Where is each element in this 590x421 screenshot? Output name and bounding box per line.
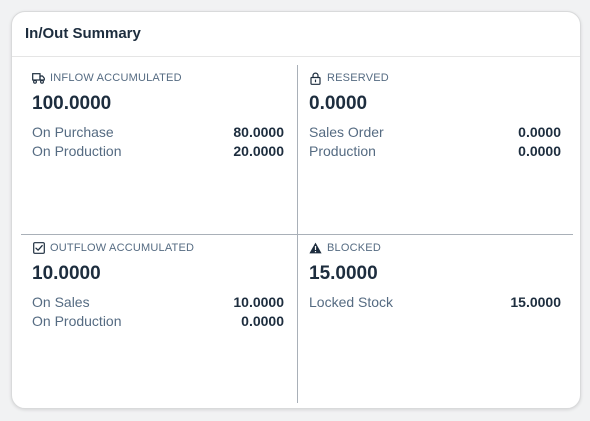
reserved-section: RESERVED 0.0000 Sales Order 0.0000 Produ… [309, 70, 561, 160]
lock-icon [309, 72, 322, 85]
reserved-total: 0.0000 [309, 93, 368, 114]
horizontal-divider [21, 234, 573, 235]
inflow-row-purchase: On Purchase 80.0000 [32, 122, 284, 141]
inflow-rows: On Purchase 80.0000 On Production 20.000… [32, 122, 284, 160]
reserved-row-sales-order: Sales Order 0.0000 [309, 122, 561, 141]
checkbox-icon [32, 242, 45, 255]
inflow-total: 100.0000 [32, 93, 112, 114]
reserved-row-production: Production 0.0000 [309, 141, 561, 160]
blocked-rows: Locked Stock 15.0000 [309, 292, 561, 311]
row-value: 0.0000 [518, 123, 561, 140]
row-value: 10.0000 [233, 293, 284, 310]
blocked-section: BLOCKED 15.0000 Locked Stock 15.0000 [309, 240, 561, 311]
inflow-row-production: On Production 20.0000 [32, 141, 284, 160]
row-value: 0.0000 [518, 142, 561, 159]
reserved-header: RESERVED [309, 70, 561, 86]
outflow-section: OUTFLOW ACCUMULATED 10.0000 On Sales 10.… [32, 240, 284, 330]
row-label: Production [309, 142, 376, 159]
reserved-rows: Sales Order 0.0000 Production 0.0000 [309, 122, 561, 160]
row-label: On Purchase [32, 123, 114, 140]
outflow-total: 10.0000 [32, 263, 101, 284]
inflow-header: INFLOW ACCUMULATED [32, 70, 284, 86]
row-value: 20.0000 [233, 142, 284, 159]
card-header: In/Out Summary [12, 12, 580, 57]
row-label: On Sales [32, 293, 90, 310]
blocked-label: BLOCKED [327, 242, 381, 254]
row-label: On Production [32, 312, 122, 329]
blocked-total: 15.0000 [309, 263, 378, 284]
warning-icon [309, 242, 322, 255]
inflow-section: INFLOW ACCUMULATED 100.0000 On Purchase … [32, 70, 284, 160]
in-out-summary-card: In/Out Summary INFLOW ACCUMULATED 100.00… [11, 11, 581, 409]
row-value: 15.0000 [510, 293, 561, 310]
row-label: Locked Stock [309, 293, 394, 310]
reserved-label: RESERVED [327, 72, 389, 84]
blocked-row-locked-stock: Locked Stock 15.0000 [309, 292, 561, 311]
outflow-rows: On Sales 10.0000 On Production 0.0000 [32, 292, 284, 330]
row-value: 0.0000 [241, 312, 284, 329]
row-label: Sales Order [309, 123, 384, 140]
outflow-row-production: On Production 0.0000 [32, 311, 284, 330]
inflow-label: INFLOW ACCUMULATED [50, 72, 182, 84]
blocked-header: BLOCKED [309, 240, 561, 256]
outflow-row-sales: On Sales 10.0000 [32, 292, 284, 311]
outflow-header: OUTFLOW ACCUMULATED [32, 240, 284, 256]
row-label: On Production [32, 142, 122, 159]
truck-icon [32, 72, 45, 85]
row-value: 80.0000 [233, 123, 284, 140]
outflow-label: OUTFLOW ACCUMULATED [50, 242, 195, 254]
card-title: In/Out Summary [25, 25, 141, 42]
